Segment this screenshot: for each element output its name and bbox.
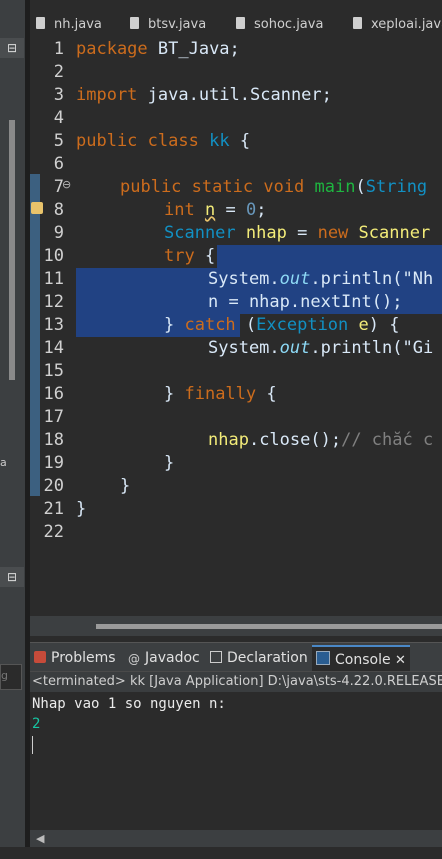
line-number: 4 [53, 108, 64, 128]
text-caret [32, 736, 33, 754]
left-side-panel: ⊟ a ⊟ g [0, 0, 30, 859]
line-number: 20 [43, 476, 64, 496]
tab-btsv[interactable]: btsv.java [130, 14, 206, 36]
declaration-icon [210, 651, 222, 663]
console-status-line: <terminated> kk [Java Application] D:\ja… [30, 671, 442, 692]
line-number: 2 [53, 62, 64, 82]
code-line: Scanner nhap = new Scanner [164, 223, 431, 243]
tab-declaration[interactable]: Declaration [210, 648, 308, 668]
selection-highlight [217, 245, 442, 268]
line-number: 10 [43, 246, 64, 266]
line-number: 22 [43, 522, 64, 542]
java-file-icon [236, 17, 245, 29]
code-line: } [120, 476, 131, 496]
code-line: int n = 0; [164, 200, 267, 220]
tab-label: Console [335, 652, 391, 668]
tab-label: xeploai.java [371, 17, 442, 32]
minimize-icon[interactable]: ⊟ [0, 38, 24, 58]
console-input-line: 2 [32, 716, 41, 732]
console-line: Nhap vao 1 so nguyen n: [32, 696, 226, 712]
line-number: 21 [43, 499, 64, 519]
line-number: 3 [53, 85, 64, 105]
code-line: try { [164, 246, 216, 266]
code-editor[interactable]: ⊖ 1 2 3 4 5 6 7 8 9 10 11 12 13 14 15 16… [30, 38, 442, 616]
line-number: 14 [43, 338, 64, 358]
line-number: 17 [43, 407, 64, 427]
tab-problems[interactable]: Problems [34, 648, 116, 668]
tab-label: nh.java [54, 17, 102, 32]
code-line: import java.util.Scanner; [76, 85, 332, 105]
line-number: 1 [53, 39, 64, 59]
code-line: } [76, 499, 87, 519]
line-number: 19 [43, 453, 64, 473]
line-number: 11 [43, 269, 64, 289]
line-number: 15 [43, 361, 64, 381]
tab-javadoc[interactable]: @ Javadoc [128, 648, 200, 668]
editor-horizontal-scrollbar[interactable] [30, 616, 442, 636]
line-number: 8 [53, 200, 64, 220]
code-line: nhap.close();// chắc c [208, 430, 434, 450]
scrollbar[interactable] [9, 120, 15, 380]
console-icon [316, 651, 330, 665]
scrollbar-thumb[interactable] [96, 624, 442, 629]
tab-xeploai[interactable]: xeploai.java [353, 14, 442, 36]
line-number: 9 [53, 223, 64, 243]
code-line: n = nhap.nextInt(); [208, 292, 403, 312]
java-file-icon [130, 17, 139, 29]
console-output[interactable]: Nhap vao 1 so nguyen n: 2 [30, 692, 442, 830]
line-number: 12 [43, 292, 64, 312]
console-horizontal-scrollbar[interactable]: ◀ [30, 830, 442, 847]
minimize-icon[interactable]: ⊟ [0, 567, 24, 587]
line-number: 7 [53, 177, 64, 197]
code-line: } catch (Exception e) { [164, 315, 400, 335]
filter-input[interactable]: g [0, 664, 22, 690]
side-label: a [0, 456, 7, 469]
scroll-left-icon[interactable]: ◀ [36, 832, 44, 845]
code-line: } [164, 453, 175, 473]
java-file-icon [353, 17, 362, 29]
tab-label: Declaration [227, 650, 308, 666]
code-line: System.out.println("Nh [208, 269, 434, 289]
line-number: 13 [43, 315, 64, 335]
tab-sohoc[interactable]: sohoc.java [236, 14, 323, 36]
tab-label: sohoc.java [254, 17, 324, 32]
code-line: public static void main(String [120, 177, 428, 197]
tab-label: Javadoc [145, 650, 200, 666]
code-line: package BT_Java; [76, 39, 240, 59]
bottom-panel-tabs: Problems @ Javadoc Declaration Console ✕ [30, 642, 442, 673]
tab-nh[interactable]: nh.java [36, 14, 102, 36]
code-line: System.out.println("Gi [208, 338, 434, 358]
tab-console[interactable]: Console ✕ [312, 645, 410, 673]
tab-strip-top [30, 0, 442, 10]
close-icon[interactable]: ✕ [395, 653, 406, 668]
problems-icon [34, 651, 46, 663]
tab-label: btsv.java [148, 17, 207, 32]
editor-tab-bar: nh.java btsv.java sohoc.java xeploai.jav… [30, 10, 442, 39]
java-file-icon [36, 17, 45, 29]
tab-label: Problems [51, 650, 116, 666]
line-number: 16 [43, 384, 64, 404]
code-line: } finally { [164, 384, 277, 404]
line-number: 18 [43, 430, 64, 450]
javadoc-icon: @ [128, 652, 140, 666]
window-bottom-edge [0, 847, 442, 859]
line-number: 5 [53, 131, 64, 151]
line-number: 6 [53, 154, 64, 174]
code-line: public class kk { [76, 131, 251, 151]
